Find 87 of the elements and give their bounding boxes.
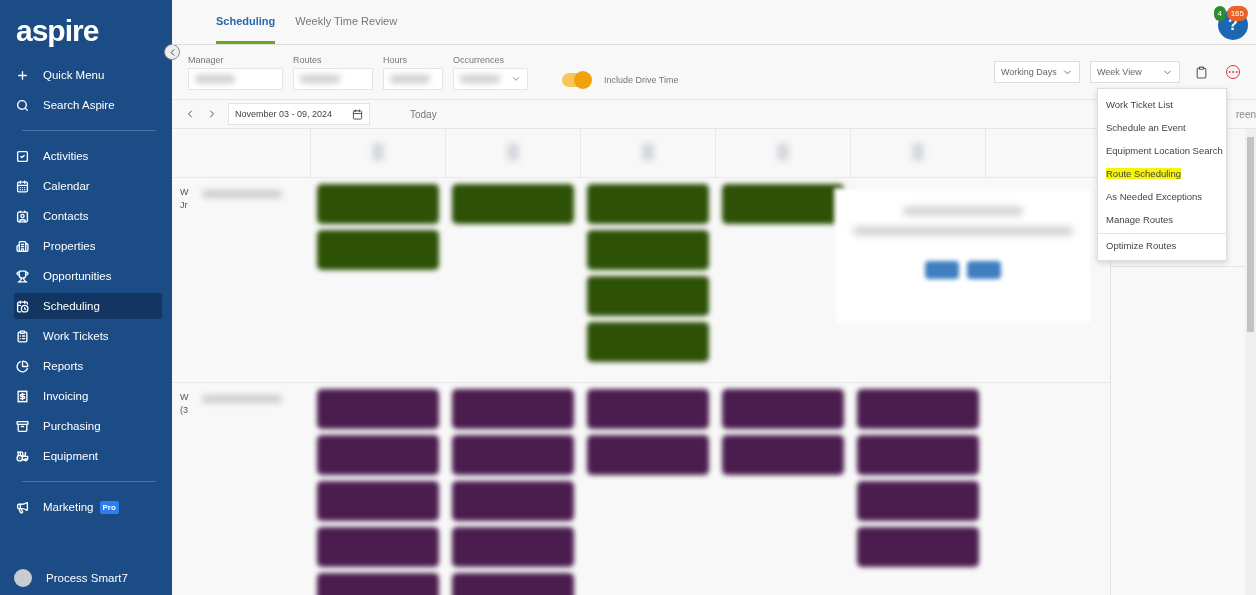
menu-item[interactable]: Manage Routes bbox=[1098, 208, 1226, 231]
filter-field[interactable] bbox=[188, 67, 283, 90]
ticket[interactable] bbox=[316, 389, 439, 429]
pro-badge: Pro bbox=[99, 500, 119, 514]
nav-item[interactable]: Properties bbox=[14, 233, 162, 259]
nav-item[interactable]: Search Aspire bbox=[14, 92, 162, 118]
day-header bbox=[912, 143, 924, 161]
scrollbar[interactable] bbox=[1245, 129, 1256, 595]
day-header bbox=[372, 143, 384, 161]
day-header bbox=[777, 143, 789, 161]
nav-item[interactable]: Equipment bbox=[14, 443, 162, 469]
avatar bbox=[14, 569, 32, 587]
count-badge: 4 bbox=[1213, 6, 1226, 21]
ticket[interactable] bbox=[451, 527, 574, 567]
nav-item[interactable]: Purchasing bbox=[14, 413, 162, 439]
ticket[interactable] bbox=[316, 527, 439, 567]
toolbar-text: reen bbox=[1236, 108, 1256, 120]
plus-icon bbox=[16, 68, 29, 82]
menu-item[interactable]: As Needed Exceptions bbox=[1098, 185, 1226, 208]
clipboard-icon bbox=[16, 329, 29, 343]
logo: aspire bbox=[15, 13, 100, 49]
filter-label: Occurrences bbox=[453, 54, 506, 65]
nav-item[interactable]: Scheduling bbox=[14, 293, 162, 319]
nav-item[interactable]: Activities bbox=[14, 143, 162, 169]
user-menu[interactable]: Process Smart7 bbox=[0, 569, 172, 587]
pie-chart-icon bbox=[16, 359, 29, 373]
ticket[interactable] bbox=[451, 435, 574, 475]
ticket[interactable] bbox=[721, 389, 844, 429]
filter-label: Hours bbox=[383, 54, 408, 65]
nav-item[interactable]: Opportunities bbox=[14, 263, 162, 289]
ticket[interactable] bbox=[856, 481, 979, 521]
route-label: W bbox=[180, 188, 189, 197]
view-select[interactable]: Week View bbox=[1090, 61, 1180, 83]
ticket[interactable] bbox=[316, 435, 439, 475]
ticket[interactable] bbox=[856, 527, 979, 567]
megaphone-icon bbox=[16, 500, 29, 514]
filter-label: Routes bbox=[293, 54, 323, 65]
view-select[interactable]: Working Days bbox=[994, 61, 1080, 83]
menu-item[interactable]: Work Ticket List bbox=[1098, 93, 1226, 116]
checkbox-icon bbox=[16, 149, 29, 163]
filter-field[interactable] bbox=[453, 67, 528, 90]
tractor-icon bbox=[16, 449, 29, 463]
route-label: Jr bbox=[180, 201, 188, 210]
nav-item[interactable]: Contacts bbox=[14, 203, 162, 229]
building-icon bbox=[16, 239, 29, 253]
collapse-button[interactable] bbox=[164, 44, 180, 60]
calendar-clock-icon bbox=[16, 299, 29, 313]
route-label: (3 bbox=[180, 406, 188, 415]
receipt-icon bbox=[16, 389, 29, 403]
menu-item[interactable]: Equipment Location Search bbox=[1098, 139, 1226, 162]
ticket[interactable] bbox=[586, 389, 709, 429]
route-label: W bbox=[180, 393, 189, 402]
tab[interactable]: Weekly Time Review bbox=[295, 0, 398, 44]
ticket[interactable] bbox=[451, 481, 574, 521]
search-icon bbox=[16, 98, 29, 112]
ticket[interactable] bbox=[586, 435, 709, 475]
toggle-label: Include Drive Time bbox=[604, 75, 679, 85]
day-header bbox=[507, 143, 519, 161]
tab[interactable]: Scheduling bbox=[216, 0, 276, 44]
nav-item[interactable]: Marketing Pro bbox=[14, 494, 162, 520]
filter-field[interactable] bbox=[383, 67, 443, 90]
nav-item[interactable]: Quick Menu bbox=[14, 62, 162, 88]
ticket[interactable] bbox=[451, 389, 574, 429]
nav-item[interactable]: Calendar bbox=[14, 173, 162, 199]
day-header bbox=[642, 143, 654, 161]
clipboard-icon bbox=[1194, 65, 1208, 79]
contact-card-icon bbox=[16, 209, 29, 223]
ticket[interactable] bbox=[721, 435, 844, 475]
ticket[interactable] bbox=[316, 481, 439, 521]
today-button[interactable]: Today bbox=[410, 108, 437, 120]
nav-item[interactable]: Invoicing bbox=[14, 383, 162, 409]
trophy-icon bbox=[16, 269, 29, 283]
ticket[interactable] bbox=[721, 184, 844, 224]
ticket[interactable] bbox=[856, 435, 979, 475]
menu-item[interactable]: Optimize Routes bbox=[1098, 233, 1226, 256]
date-range-field[interactable]: November 03 - 09, 2024 bbox=[228, 103, 370, 125]
toggle-switch[interactable] bbox=[562, 73, 590, 87]
nav-item[interactable]: Work Tickets bbox=[14, 323, 162, 349]
filter-label: Manager bbox=[188, 54, 225, 65]
calendar-icon bbox=[16, 179, 29, 193]
archive-icon bbox=[16, 419, 29, 433]
ticket[interactable] bbox=[856, 389, 979, 429]
menu-item[interactable]: Route Scheduling bbox=[1098, 162, 1226, 185]
menu-item[interactable]: Schedule an Event bbox=[1098, 116, 1226, 139]
nav-item[interactable]: Reports bbox=[14, 353, 162, 379]
calendar-icon bbox=[352, 108, 363, 120]
filter-field[interactable] bbox=[293, 67, 373, 90]
